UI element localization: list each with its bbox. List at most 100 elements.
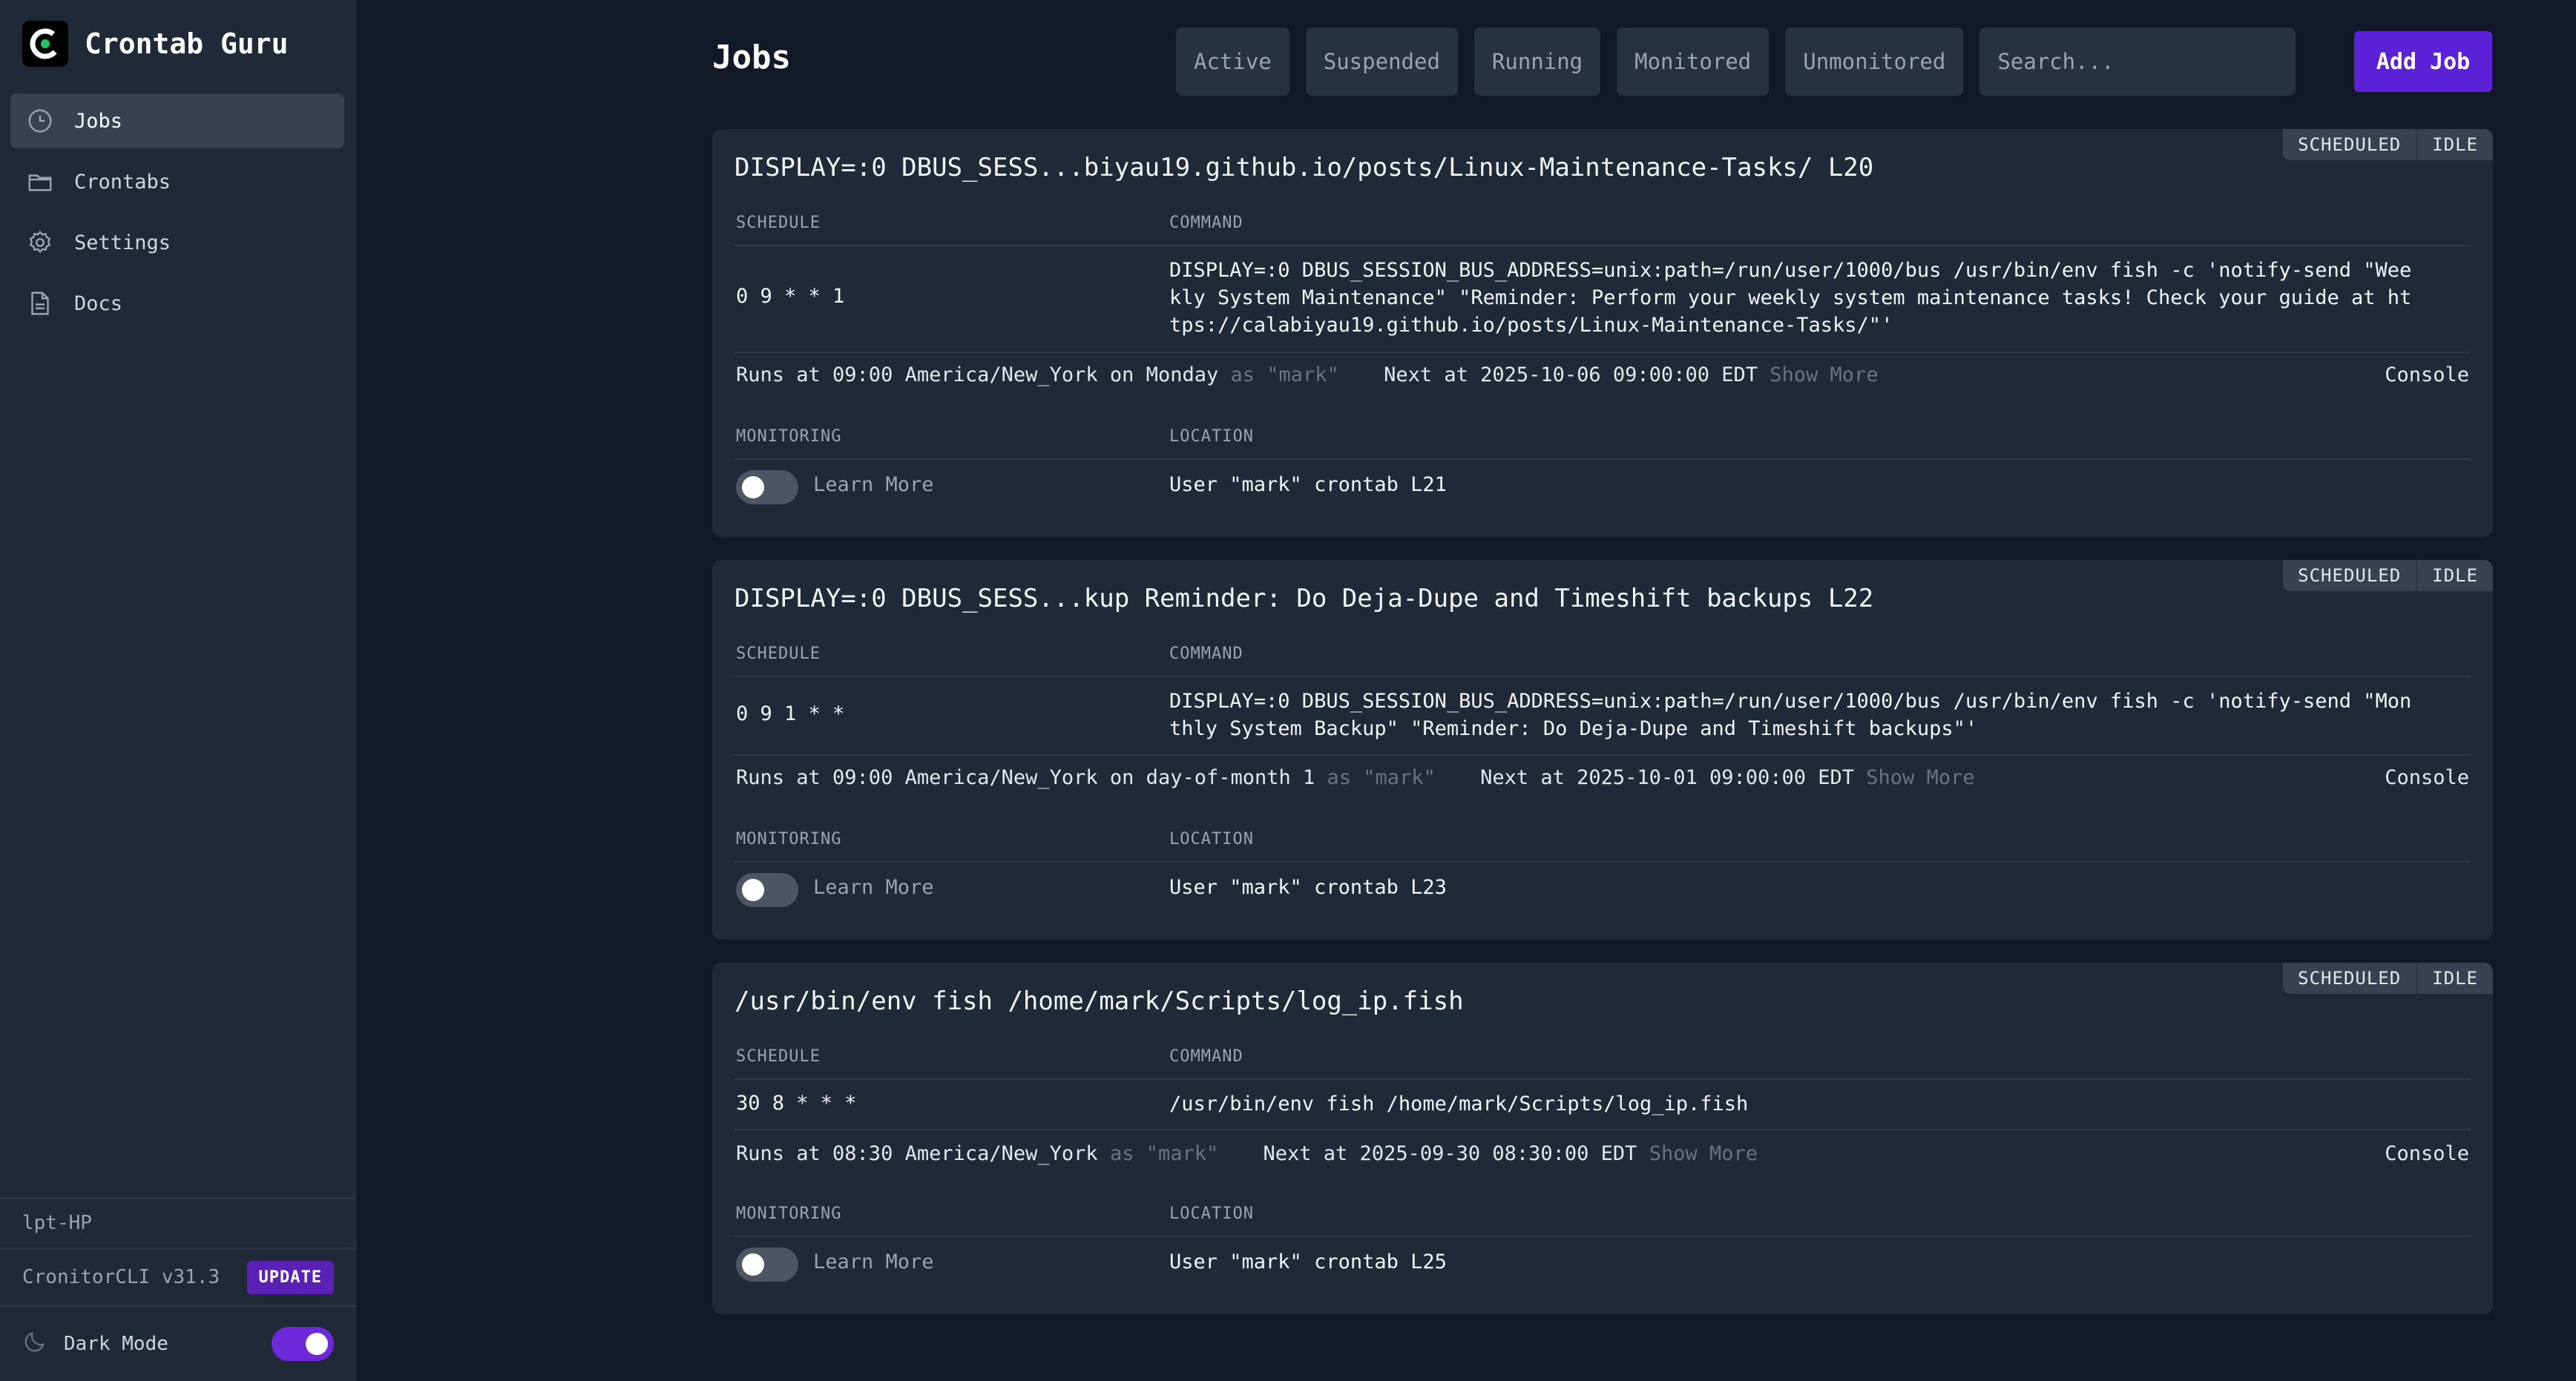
next-run: Next at 2025-10-01 09:00:00 EDT: [1480, 766, 1855, 789]
sidebar-item-label: Docs: [74, 291, 123, 315]
job-card: SCHEDULED IDLE /usr/bin/env fish /home/m…: [712, 963, 2493, 1314]
sidebar-item-label: Jobs: [74, 109, 123, 133]
toggle-knob: [742, 476, 764, 498]
monitoring-toggle[interactable]: [736, 1247, 798, 1282]
learn-more-link[interactable]: Learn More: [813, 876, 934, 899]
location-header: LOCATION: [1169, 830, 1254, 848]
divider: [735, 352, 2471, 353]
job-status-badges: SCHEDULED IDLE: [2283, 963, 2493, 994]
command-value: DISPLAY=:0 DBUS_SESSION_BUS_ADDRESS=unix…: [1169, 690, 2412, 740]
learn-more-link[interactable]: Learn More: [813, 473, 934, 496]
schedule-value: 0 9 1 * *: [736, 702, 845, 725]
update-button[interactable]: UPDATE: [246, 1260, 334, 1294]
dark-mode-toggle[interactable]: [272, 1327, 334, 1361]
hostname: lpt-HP: [0, 1197, 356, 1255]
status-badge: SCHEDULED: [2283, 963, 2418, 994]
divider: [735, 754, 2471, 756]
location-header: LOCATION: [1169, 1204, 1254, 1223]
toggle-knob: [742, 1253, 764, 1276]
brand[interactable]: Crontab Guru: [22, 21, 289, 67]
monitoring-toggle[interactable]: [736, 470, 798, 504]
show-more-link[interactable]: Show More: [1866, 766, 1974, 789]
job-card: SCHEDULED IDLE DISPLAY=:0 DBUS_SESS...ku…: [712, 560, 2493, 940]
cli-version-row: CronitorCLI v31.3 UPDATE: [0, 1247, 356, 1305]
divider: [735, 676, 2471, 677]
toggle-knob: [306, 1333, 328, 1355]
app-name: Crontab Guru: [85, 27, 289, 60]
job-title[interactable]: DISPLAY=:0 DBUS_SESS...kup Reminder: Do …: [735, 584, 1873, 613]
job-title[interactable]: DISPLAY=:0 DBUS_SESS...biyau19.github.io…: [735, 153, 1873, 182]
status-badge: SCHEDULED: [2283, 129, 2418, 160]
sidebar: Crontab Guru Jobs Crontabs Settings Docs: [0, 0, 356, 1381]
show-more-link[interactable]: Show More: [1649, 1142, 1758, 1165]
learn-more-link[interactable]: Learn More: [813, 1250, 934, 1273]
next-run: Next at 2025-09-30 08:30:00 EDT: [1263, 1142, 1637, 1165]
filter-active-button[interactable]: Active: [1176, 27, 1289, 96]
divider: [735, 861, 2471, 863]
state-badge: IDLE: [2417, 129, 2493, 160]
folder-icon: [24, 165, 56, 198]
runs-as: as "mark": [1230, 363, 1339, 386]
command-header: COMMAND: [1169, 214, 1243, 232]
show-more-link[interactable]: Show More: [1770, 363, 1878, 386]
console-link[interactable]: Console: [2385, 363, 2469, 386]
document-icon: [24, 287, 56, 320]
runs-at: Runs at 09:00 America/New_York on day-of…: [736, 766, 1315, 789]
state-badge: IDLE: [2417, 560, 2493, 591]
schedule-header: SCHEDULE: [736, 645, 821, 663]
monitoring-header: MONITORING: [736, 427, 842, 446]
console-link[interactable]: Console: [2385, 766, 2469, 789]
status-badge: SCHEDULED: [2283, 560, 2418, 591]
crontab-guru-logo-icon: [22, 21, 68, 67]
filter-suspended-button[interactable]: Suspended: [1305, 27, 1458, 96]
dark-mode-label: Dark Mode: [64, 1333, 168, 1355]
page-title: Jobs: [712, 39, 791, 76]
add-job-button[interactable]: Add Job: [2354, 31, 2492, 92]
job-status-badges: SCHEDULED IDLE: [2283, 560, 2493, 591]
location-header: LOCATION: [1169, 427, 1254, 446]
runs-at: Runs at 08:30 America/New_York: [736, 1142, 1098, 1165]
sidebar-nav: Jobs Crontabs Settings Docs: [10, 93, 344, 337]
toggle-knob: [742, 879, 764, 901]
sidebar-item-settings[interactable]: Settings: [10, 215, 344, 270]
filter-bar: Active Suspended Running Monitored Unmon…: [1176, 27, 2296, 96]
runs-at: Runs at 09:00 America/New_York on Monday: [736, 363, 1219, 386]
state-badge: IDLE: [2417, 963, 2493, 994]
run-summary: Runs at 09:00 America/New_York on day-of…: [736, 766, 1975, 789]
runs-as: as "mark": [1327, 766, 1436, 789]
sidebar-item-docs[interactable]: Docs: [10, 276, 344, 331]
job-status-badges: SCHEDULED IDLE: [2283, 129, 2493, 160]
divider: [735, 1129, 2471, 1130]
console-link[interactable]: Console: [2385, 1142, 2469, 1165]
next-run: Next at 2025-10-06 09:00:00 EDT: [1384, 363, 1758, 386]
command-value: DISPLAY=:0 DBUS_SESSION_BUS_ADDRESS=unix…: [1169, 259, 2412, 337]
schedule-header: SCHEDULE: [736, 214, 821, 232]
run-summary: Runs at 09:00 America/New_York on Monday…: [736, 363, 1879, 386]
divider: [735, 1078, 2471, 1080]
location-value: User "mark" crontab L21: [1169, 473, 1447, 496]
sidebar-item-crontabs[interactable]: Crontabs: [10, 154, 344, 209]
cli-version: CronitorCLI v31.3: [22, 1266, 220, 1288]
schedule-value: 30 8 * * *: [736, 1092, 857, 1115]
divider: [735, 1236, 2471, 1237]
filter-monitored-button[interactable]: Monitored: [1617, 27, 1770, 96]
command-value: /usr/bin/env fish /home/mark/Scripts/log…: [1169, 1092, 1749, 1115]
divider: [735, 458, 2471, 460]
filter-unmonitored-button[interactable]: Unmonitored: [1785, 27, 1964, 96]
location-value: User "mark" crontab L25: [1169, 1250, 1447, 1273]
job-title[interactable]: /usr/bin/env fish /home/mark/Scripts/log…: [735, 986, 1464, 1016]
search-input[interactable]: [1979, 27, 2296, 96]
sidebar-item-jobs[interactable]: Jobs: [10, 93, 344, 148]
job-card: SCHEDULED IDLE DISPLAY=:0 DBUS_SESS...bi…: [712, 129, 2493, 537]
sidebar-item-label: Crontabs: [74, 170, 171, 194]
gear-icon: [24, 226, 56, 259]
clock-icon: [24, 105, 56, 137]
monitoring-toggle[interactable]: [736, 873, 798, 907]
divider: [735, 245, 2471, 246]
moon-icon: [22, 1329, 47, 1359]
dark-mode-row: Dark Mode: [0, 1305, 356, 1381]
command-header: COMMAND: [1169, 1047, 1243, 1066]
runs-as: as "mark": [1109, 1142, 1219, 1165]
schedule-header: SCHEDULE: [736, 1047, 821, 1066]
filter-running-button[interactable]: Running: [1473, 27, 1601, 96]
